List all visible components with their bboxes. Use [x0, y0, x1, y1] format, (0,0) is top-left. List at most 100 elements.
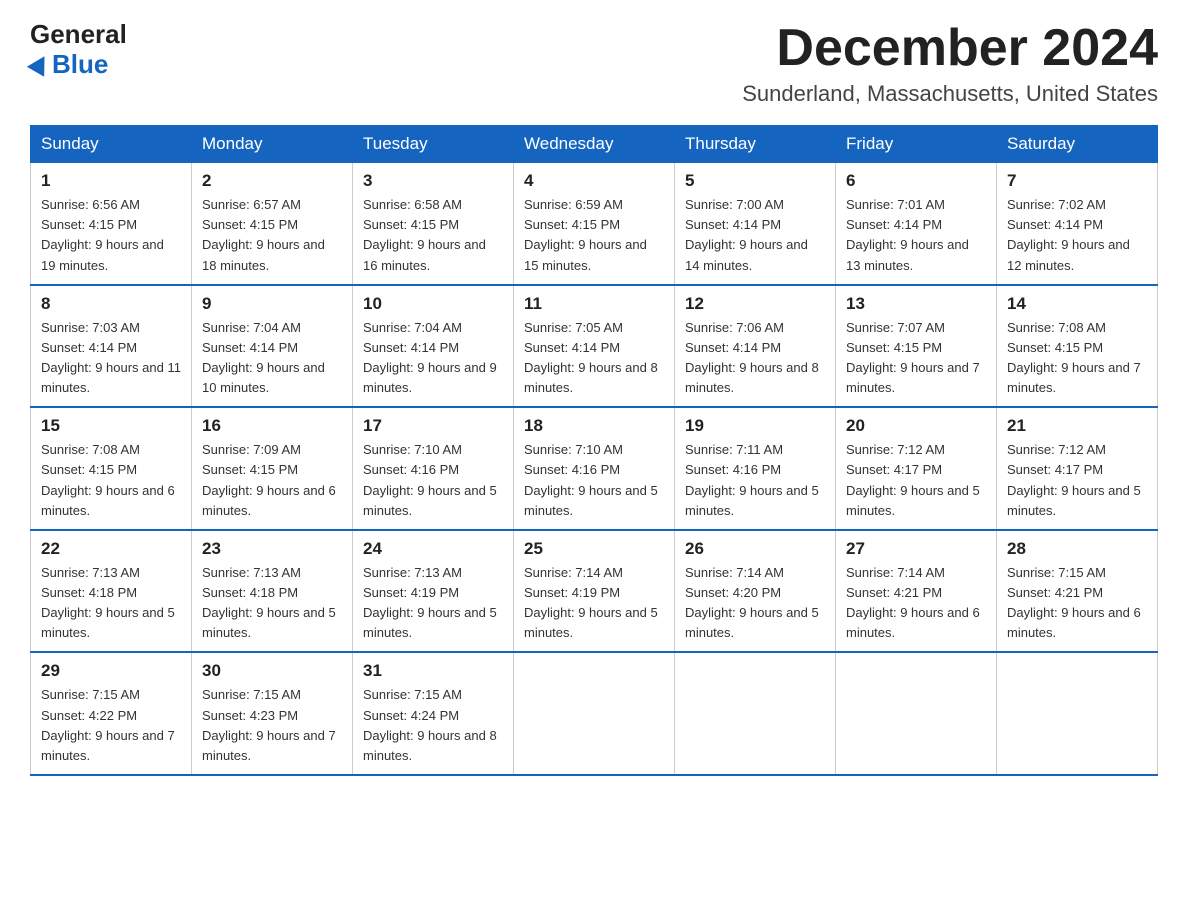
day-number: 22 [41, 539, 181, 559]
day-info: Sunrise: 7:08 AMSunset: 4:15 PMDaylight:… [41, 442, 175, 517]
day-number: 27 [846, 539, 986, 559]
day-info: Sunrise: 7:03 AMSunset: 4:14 PMDaylight:… [41, 320, 181, 395]
day-cell: 11 Sunrise: 7:05 AMSunset: 4:14 PMDaylig… [514, 285, 675, 408]
day-info: Sunrise: 7:12 AMSunset: 4:17 PMDaylight:… [846, 442, 980, 517]
day-cell: 13 Sunrise: 7:07 AMSunset: 4:15 PMDaylig… [836, 285, 997, 408]
day-info: Sunrise: 7:04 AMSunset: 4:14 PMDaylight:… [202, 320, 325, 395]
day-info: Sunrise: 7:06 AMSunset: 4:14 PMDaylight:… [685, 320, 819, 395]
day-info: Sunrise: 7:01 AMSunset: 4:14 PMDaylight:… [846, 197, 969, 272]
day-cell: 29 Sunrise: 7:15 AMSunset: 4:22 PMDaylig… [31, 652, 192, 775]
day-info: Sunrise: 7:13 AMSunset: 4:18 PMDaylight:… [41, 565, 175, 640]
day-info: Sunrise: 7:14 AMSunset: 4:20 PMDaylight:… [685, 565, 819, 640]
day-cell: 16 Sunrise: 7:09 AMSunset: 4:15 PMDaylig… [192, 407, 353, 530]
weekday-header-friday: Friday [836, 126, 997, 163]
weekday-header-tuesday: Tuesday [353, 126, 514, 163]
day-number: 26 [685, 539, 825, 559]
day-cell: 31 Sunrise: 7:15 AMSunset: 4:24 PMDaylig… [353, 652, 514, 775]
day-number: 7 [1007, 171, 1147, 191]
weekday-header-row: SundayMondayTuesdayWednesdayThursdayFrid… [31, 126, 1158, 163]
day-cell: 25 Sunrise: 7:14 AMSunset: 4:19 PMDaylig… [514, 530, 675, 653]
day-number: 4 [524, 171, 664, 191]
day-number: 29 [41, 661, 181, 681]
day-info: Sunrise: 7:11 AMSunset: 4:16 PMDaylight:… [685, 442, 819, 517]
logo: General Blue [30, 20, 127, 80]
day-info: Sunrise: 7:12 AMSunset: 4:17 PMDaylight:… [1007, 442, 1141, 517]
day-info: Sunrise: 7:00 AMSunset: 4:14 PMDaylight:… [685, 197, 808, 272]
week-row-1: 1 Sunrise: 6:56 AMSunset: 4:15 PMDayligh… [31, 163, 1158, 285]
day-cell: 15 Sunrise: 7:08 AMSunset: 4:15 PMDaylig… [31, 407, 192, 530]
day-cell: 27 Sunrise: 7:14 AMSunset: 4:21 PMDaylig… [836, 530, 997, 653]
day-number: 12 [685, 294, 825, 314]
day-info: Sunrise: 6:57 AMSunset: 4:15 PMDaylight:… [202, 197, 325, 272]
day-cell [836, 652, 997, 775]
day-cell: 19 Sunrise: 7:11 AMSunset: 4:16 PMDaylig… [675, 407, 836, 530]
day-number: 24 [363, 539, 503, 559]
day-info: Sunrise: 7:05 AMSunset: 4:14 PMDaylight:… [524, 320, 658, 395]
day-cell: 24 Sunrise: 7:13 AMSunset: 4:19 PMDaylig… [353, 530, 514, 653]
day-cell [675, 652, 836, 775]
calendar-table: SundayMondayTuesdayWednesdayThursdayFrid… [30, 125, 1158, 776]
day-number: 1 [41, 171, 181, 191]
day-cell: 22 Sunrise: 7:13 AMSunset: 4:18 PMDaylig… [31, 530, 192, 653]
day-cell: 21 Sunrise: 7:12 AMSunset: 4:17 PMDaylig… [997, 407, 1158, 530]
day-info: Sunrise: 7:15 AMSunset: 4:21 PMDaylight:… [1007, 565, 1141, 640]
day-info: Sunrise: 7:08 AMSunset: 4:15 PMDaylight:… [1007, 320, 1141, 395]
day-info: Sunrise: 7:15 AMSunset: 4:22 PMDaylight:… [41, 687, 175, 762]
day-number: 10 [363, 294, 503, 314]
day-info: Sunrise: 7:13 AMSunset: 4:19 PMDaylight:… [363, 565, 497, 640]
day-cell: 9 Sunrise: 7:04 AMSunset: 4:14 PMDayligh… [192, 285, 353, 408]
day-number: 21 [1007, 416, 1147, 436]
week-row-5: 29 Sunrise: 7:15 AMSunset: 4:22 PMDaylig… [31, 652, 1158, 775]
day-info: Sunrise: 7:02 AMSunset: 4:14 PMDaylight:… [1007, 197, 1130, 272]
day-number: 30 [202, 661, 342, 681]
day-number: 3 [363, 171, 503, 191]
weekday-header-wednesday: Wednesday [514, 126, 675, 163]
day-info: Sunrise: 6:59 AMSunset: 4:15 PMDaylight:… [524, 197, 647, 272]
day-info: Sunrise: 7:14 AMSunset: 4:19 PMDaylight:… [524, 565, 658, 640]
day-info: Sunrise: 6:58 AMSunset: 4:15 PMDaylight:… [363, 197, 486, 272]
day-cell [514, 652, 675, 775]
day-cell: 5 Sunrise: 7:00 AMSunset: 4:14 PMDayligh… [675, 163, 836, 285]
day-cell: 17 Sunrise: 7:10 AMSunset: 4:16 PMDaylig… [353, 407, 514, 530]
day-cell: 18 Sunrise: 7:10 AMSunset: 4:16 PMDaylig… [514, 407, 675, 530]
day-cell: 12 Sunrise: 7:06 AMSunset: 4:14 PMDaylig… [675, 285, 836, 408]
day-number: 6 [846, 171, 986, 191]
day-number: 25 [524, 539, 664, 559]
day-cell: 3 Sunrise: 6:58 AMSunset: 4:15 PMDayligh… [353, 163, 514, 285]
day-cell: 20 Sunrise: 7:12 AMSunset: 4:17 PMDaylig… [836, 407, 997, 530]
day-info: Sunrise: 7:10 AMSunset: 4:16 PMDaylight:… [524, 442, 658, 517]
day-cell: 28 Sunrise: 7:15 AMSunset: 4:21 PMDaylig… [997, 530, 1158, 653]
day-number: 8 [41, 294, 181, 314]
day-info: Sunrise: 7:15 AMSunset: 4:23 PMDaylight:… [202, 687, 336, 762]
day-cell [997, 652, 1158, 775]
page-header: General Blue December 2024 Sunderland, M… [30, 20, 1158, 107]
day-info: Sunrise: 7:15 AMSunset: 4:24 PMDaylight:… [363, 687, 497, 762]
logo-general-text: General [30, 20, 127, 49]
week-row-4: 22 Sunrise: 7:13 AMSunset: 4:18 PMDaylig… [31, 530, 1158, 653]
day-number: 16 [202, 416, 342, 436]
day-number: 19 [685, 416, 825, 436]
weekday-header-monday: Monday [192, 126, 353, 163]
weekday-header-saturday: Saturday [997, 126, 1158, 163]
day-cell: 26 Sunrise: 7:14 AMSunset: 4:20 PMDaylig… [675, 530, 836, 653]
day-number: 13 [846, 294, 986, 314]
month-title: December 2024 [742, 20, 1158, 77]
day-cell: 4 Sunrise: 6:59 AMSunset: 4:15 PMDayligh… [514, 163, 675, 285]
location-subtitle: Sunderland, Massachusetts, United States [742, 81, 1158, 107]
day-number: 11 [524, 294, 664, 314]
day-number: 20 [846, 416, 986, 436]
day-info: Sunrise: 6:56 AMSunset: 4:15 PMDaylight:… [41, 197, 164, 272]
day-cell: 30 Sunrise: 7:15 AMSunset: 4:23 PMDaylig… [192, 652, 353, 775]
day-cell: 10 Sunrise: 7:04 AMSunset: 4:14 PMDaylig… [353, 285, 514, 408]
day-info: Sunrise: 7:10 AMSunset: 4:16 PMDaylight:… [363, 442, 497, 517]
weekday-header-thursday: Thursday [675, 126, 836, 163]
day-number: 15 [41, 416, 181, 436]
weekday-header-sunday: Sunday [31, 126, 192, 163]
logo-triangle-icon [27, 51, 53, 77]
day-number: 17 [363, 416, 503, 436]
day-number: 31 [363, 661, 503, 681]
day-number: 28 [1007, 539, 1147, 559]
day-cell: 2 Sunrise: 6:57 AMSunset: 4:15 PMDayligh… [192, 163, 353, 285]
day-number: 9 [202, 294, 342, 314]
day-number: 5 [685, 171, 825, 191]
